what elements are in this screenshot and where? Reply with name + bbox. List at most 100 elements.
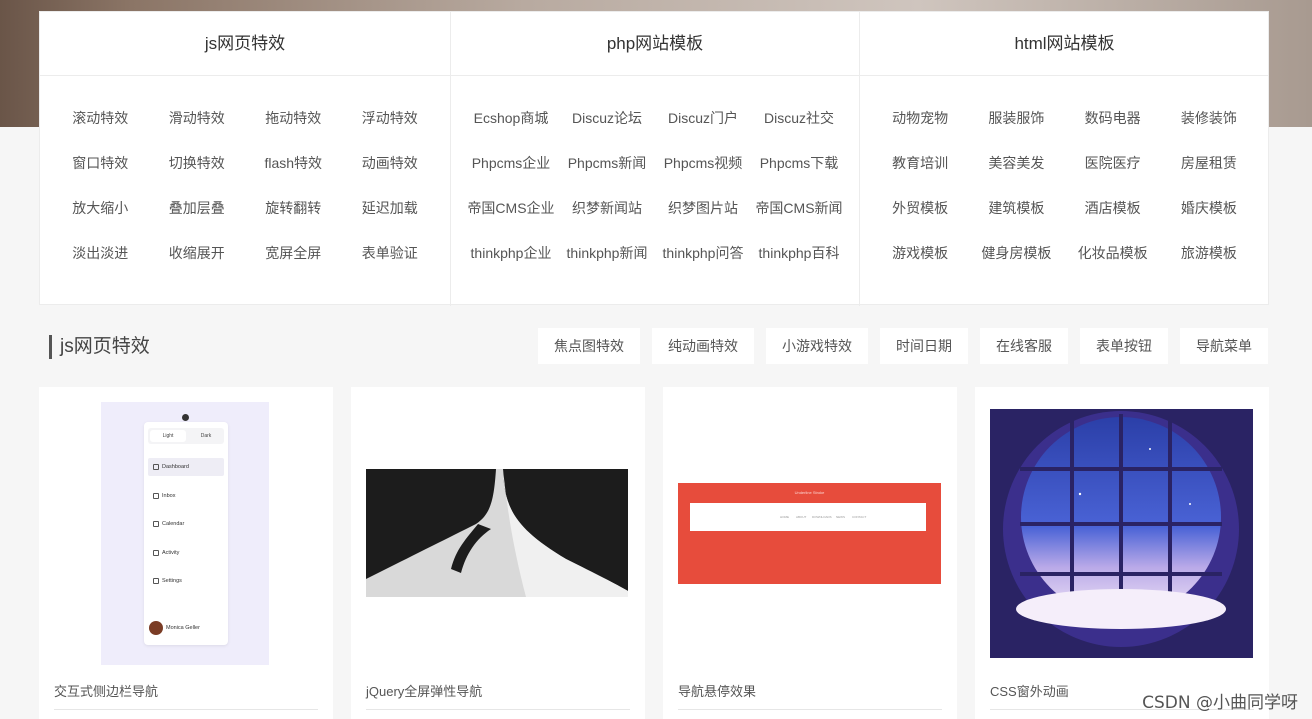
category-link[interactable]: Phpcms下载	[751, 141, 847, 186]
filter-tab[interactable]: 时间日期	[880, 328, 968, 364]
category-link[interactable]: 动物宠物	[872, 96, 968, 141]
category-heading[interactable]: html网站模板	[860, 12, 1269, 76]
category-link[interactable]: 酒店模板	[1065, 186, 1161, 231]
category-link[interactable]: Phpcms企业	[463, 141, 559, 186]
category-links: 动物宠物 服装服饰 数码电器 装修装饰教育培训 美容美发 医院医疗 房屋租赁外贸模板 建筑模板…	[860, 76, 1269, 276]
category-links: 滚动特效 滑动特效 拖动特效 浮动特效窗口特效 切换特效 flash特效 动画特效放大缩小叠…	[40, 76, 450, 276]
demo-nav-item: DOWNLOADS	[812, 515, 832, 519]
demo-nav-bar: HOME ABOUT DOWNLOADS NEWS CONTACT	[690, 503, 926, 531]
filter-tab[interactable]: 小游戏特效	[766, 328, 868, 364]
mock-user-name: Monica Geller	[166, 625, 200, 631]
demo-nav-item: NEWS	[836, 515, 845, 519]
category-link[interactable]: 收缩展开	[149, 231, 246, 276]
category-link[interactable]: 医院医疗	[1065, 141, 1161, 186]
light-mode-label: Light	[150, 430, 186, 442]
category-link[interactable]: 帝国CMS新闻	[751, 186, 847, 231]
filter-tab[interactable]: 纯动画特效	[652, 328, 754, 364]
section-title: js网页特效	[49, 335, 150, 359]
category-link[interactable]: 服装服饰	[968, 96, 1064, 141]
watermark: CSDN @小曲同学呀	[1142, 693, 1298, 713]
category-link[interactable]: Discuz论坛	[559, 96, 655, 141]
category-link[interactable]: thinkphp问答	[655, 231, 751, 276]
category-link[interactable]: 建筑模板	[968, 186, 1064, 231]
category-link[interactable]: 帝国CMS企业	[463, 186, 559, 231]
card-thumbnail[interactable]	[990, 409, 1253, 658]
category-link[interactable]: 旅游模板	[1161, 231, 1257, 276]
effect-card[interactable]: Light Dark Dashboard Inbox Calendar Acti…	[39, 387, 333, 719]
divider	[678, 709, 942, 710]
demo-nav-item: HOME	[780, 515, 789, 519]
category-heading[interactable]: js网页特效	[40, 12, 450, 76]
card-thumbnail[interactable]	[366, 469, 628, 597]
category-link[interactable]: 延迟加载	[342, 186, 439, 231]
effect-card[interactable]: Underline Stroke HOME ABOUT DOWNLOADS NE…	[663, 387, 957, 719]
effect-card[interactable]: CSS窗外动画	[975, 387, 1269, 719]
effect-card[interactable]: jQuery全屏弹性导航	[351, 387, 645, 719]
category-link[interactable]: Ecshop商城	[463, 96, 559, 141]
category-link[interactable]: 旋转翻转	[245, 186, 342, 231]
category-link[interactable]: 表单验证	[342, 231, 439, 276]
mock-menu-item: Activity	[148, 544, 224, 562]
category-link[interactable]: 数码电器	[1065, 96, 1161, 141]
category-heading[interactable]: php网站模板	[451, 12, 859, 76]
mock-menu-item: Inbox	[148, 487, 224, 505]
category-link[interactable]: 房屋租赁	[1161, 141, 1257, 186]
filter-tab[interactable]: 焦点图特效	[538, 328, 640, 364]
category-link[interactable]: thinkphp百科	[751, 231, 847, 276]
category-link[interactable]: 织梦图片站	[655, 186, 751, 231]
category-link[interactable]: thinkphp新闻	[559, 231, 655, 276]
category-link[interactable]: 切换特效	[149, 141, 246, 186]
category-link[interactable]: 美容美发	[968, 141, 1064, 186]
category-column-php: php网站模板 Ecshop商城 Discuz论坛 Discuz门户 Discuz社交…	[450, 12, 859, 306]
calendar-icon	[153, 521, 159, 527]
category-link[interactable]: thinkphp企业	[463, 231, 559, 276]
category-link[interactable]: Discuz门户	[655, 96, 751, 141]
card-title[interactable]: 导航悬停效果	[678, 681, 756, 700]
category-link[interactable]: Discuz社交	[751, 96, 847, 141]
category-links: Ecshop商城 Discuz论坛 Discuz门户 Discuz社交 Phpcms企业…	[451, 76, 859, 276]
category-link[interactable]: 滚动特效	[52, 96, 149, 141]
card-thumbnail[interactable]: Light Dark Dashboard Inbox Calendar Acti…	[101, 402, 269, 665]
card-title[interactable]: jQuery全屏弹性导航	[366, 681, 482, 700]
sidebar-mockup: Light Dark Dashboard Inbox Calendar Acti…	[144, 422, 228, 645]
card-title[interactable]: 交互式侧边栏导航	[54, 681, 158, 700]
category-panel: js网页特效 滚动特效 滑动特效 拖动特效 浮动特效窗口特效 切换特效 flash特效 动画…	[39, 11, 1269, 306]
category-link[interactable]: 健身房模板	[968, 231, 1064, 276]
category-column-js: js网页特效 滚动特效 滑动特效 拖动特效 浮动特效窗口特效 切换特效 flash特效 动画…	[40, 12, 450, 306]
activity-icon	[153, 550, 159, 556]
category-column-html: html网站模板 动物宠物 服装服饰 数码电器 装修装饰教育培训 美容美发 医院医疗 房屋租…	[859, 12, 1269, 306]
category-link[interactable]: Phpcms视频	[655, 141, 751, 186]
category-link[interactable]: flash特效	[245, 141, 342, 186]
filter-tab[interactable]: 导航菜单	[1180, 328, 1268, 364]
category-link[interactable]: 叠加层叠	[149, 186, 246, 231]
dashboard-icon	[153, 464, 159, 470]
window-illustration	[990, 409, 1253, 658]
category-link[interactable]: 教育培训	[872, 141, 968, 186]
avatar	[149, 621, 163, 635]
category-link[interactable]: 拖动特效	[245, 96, 342, 141]
category-link[interactable]: Phpcms新闻	[559, 141, 655, 186]
category-link[interactable]: 宽屏全屏	[245, 231, 342, 276]
mock-menu-item: Calendar	[148, 515, 224, 533]
section-tabs: 焦点图特效 纯动画特效 小游戏特效 时间日期 在线客服 表单按钮 导航菜单	[538, 328, 1268, 364]
category-link[interactable]: 婚庆模板	[1161, 186, 1257, 231]
demo-nav-item: ABOUT	[796, 515, 807, 519]
category-link[interactable]: 浮动特效	[342, 96, 439, 141]
card-thumbnail[interactable]: Underline Stroke HOME ABOUT DOWNLOADS NE…	[678, 483, 941, 584]
filter-tab[interactable]: 表单按钮	[1080, 328, 1168, 364]
filter-tab[interactable]: 在线客服	[980, 328, 1068, 364]
category-link[interactable]: 游戏模板	[872, 231, 968, 276]
category-link[interactable]: 织梦新闻站	[559, 186, 655, 231]
category-link[interactable]: 化妆品模板	[1065, 231, 1161, 276]
category-link[interactable]: 淡出淡进	[52, 231, 149, 276]
inbox-icon	[153, 493, 159, 499]
architecture-image	[366, 469, 628, 597]
category-link[interactable]: 放大缩小	[52, 186, 149, 231]
category-link[interactable]: 装修装饰	[1161, 96, 1257, 141]
category-link[interactable]: 滑动特效	[149, 96, 246, 141]
category-link[interactable]: 动画特效	[342, 141, 439, 186]
card-title[interactable]: CSS窗外动画	[990, 681, 1069, 700]
category-link[interactable]: 窗口特效	[52, 141, 149, 186]
collapse-knob-icon	[182, 414, 189, 421]
category-link[interactable]: 外贸模板	[872, 186, 968, 231]
